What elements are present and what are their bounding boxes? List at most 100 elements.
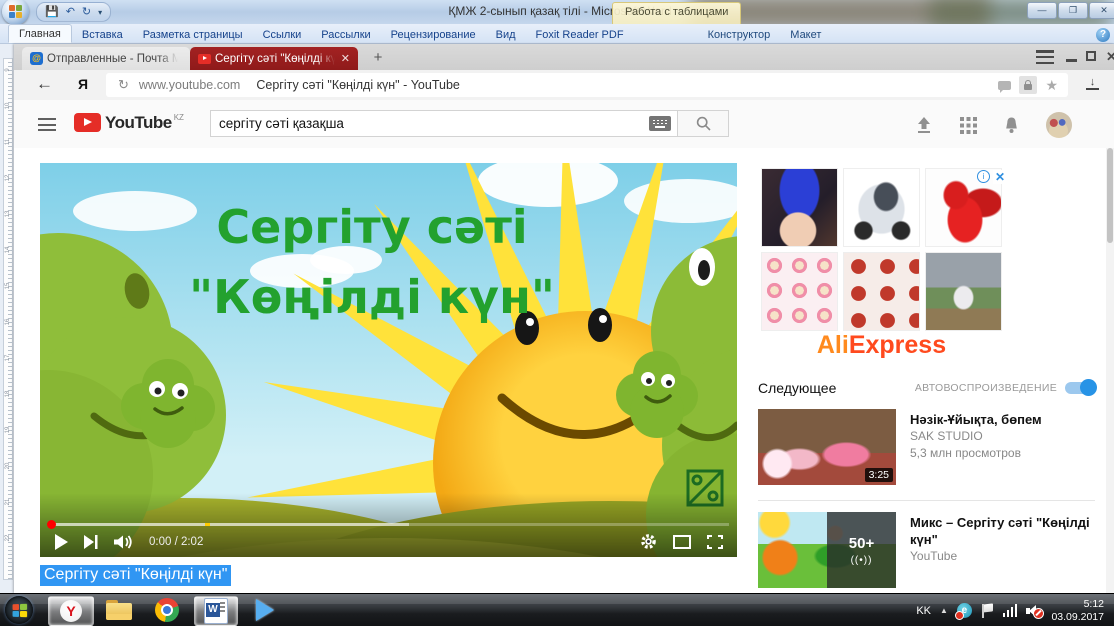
mix-video-channel[interactable]: YouTube	[910, 548, 1098, 565]
lock-wrap[interactable]	[1019, 76, 1037, 94]
undo-icon[interactable]: ↶	[66, 7, 75, 18]
system-tray: KK ▲ e 5:12 03.09.2017	[916, 594, 1108, 626]
ribbon-tab-foxit[interactable]: Foxit Reader PDF	[526, 26, 634, 43]
ruler-number: 13	[5, 210, 11, 218]
ad-banner[interactable]	[761, 168, 1002, 331]
ad-info-icon[interactable]: i	[977, 170, 990, 183]
office-button[interactable]	[2, 0, 29, 25]
mailru-icon: @	[30, 52, 43, 65]
volume-muted-icon[interactable]	[1026, 604, 1042, 618]
notifications-bell-icon[interactable]	[1003, 116, 1020, 134]
ad-image[interactable]	[843, 168, 920, 247]
clock[interactable]: 5:12 03.09.2017	[1051, 598, 1108, 624]
ad-close-icon[interactable]: ✕	[993, 170, 1007, 184]
video-title-selected[interactable]: Сергіту сәті "Көңілді күн"	[40, 565, 231, 586]
search-input[interactable]	[211, 116, 649, 131]
ad-image[interactable]	[843, 252, 920, 331]
account-avatar[interactable]	[1046, 112, 1072, 138]
word-context-group-label: Работа с таблицами	[612, 2, 741, 24]
taskbar: Y KK ▲ e 5:12 03.09.2017	[0, 593, 1114, 626]
redo-icon[interactable]: ↻	[82, 7, 91, 18]
url-field[interactable]: ↻ www.youtube.com Сергіту сәті "Көңілді …	[106, 73, 1068, 97]
taskbar-word-button[interactable]	[194, 596, 238, 626]
hamburger-menu-icon[interactable]	[38, 118, 56, 131]
antivirus-tray-icon[interactable]: e	[957, 603, 972, 618]
ad-image[interactable]	[761, 252, 838, 331]
keyboard-icon[interactable]	[649, 116, 671, 131]
reload-icon[interactable]: ↻	[118, 77, 129, 93]
mix-video-title[interactable]: Микс – Сергіту сәті "Көңілді күн"	[910, 514, 1098, 548]
ribbon-tab-design[interactable]: Конструктор	[698, 26, 781, 43]
comment-bubble-icon[interactable]	[998, 81, 1011, 90]
taskbar-yandex-browser-button[interactable]: Y	[48, 596, 94, 626]
search-box[interactable]	[210, 110, 678, 137]
qat-dropdown-icon[interactable]: ▾	[98, 7, 102, 18]
word-minimize-button[interactable]: —	[1027, 2, 1057, 19]
ad-image[interactable]	[925, 252, 1002, 331]
new-tab-button[interactable]: +	[366, 47, 390, 70]
apps-grid-icon[interactable]	[960, 117, 977, 134]
word-close-button[interactable]: ✕	[1089, 2, 1114, 19]
next-button-icon[interactable]	[84, 535, 98, 549]
ribbon-tab-home[interactable]: Главная	[8, 24, 72, 43]
ruler-number: 12	[5, 174, 11, 182]
scrollbar-thumb[interactable]	[1107, 148, 1113, 243]
autoplay-toggle[interactable]	[1065, 382, 1095, 394]
mix-video-thumbnail[interactable]: 50+ ((•))	[758, 512, 896, 588]
next-video-item[interactable]: 3:25 Нәзік-Ұйықта, бөпем SAK STUDIO 5,3 …	[758, 409, 1098, 485]
ruler-number: 21	[5, 498, 11, 506]
ribbon-tab-review[interactable]: Рецензирование	[381, 26, 486, 43]
aliexpress-logo[interactable]: AliExpress	[761, 331, 1002, 360]
browser-tab-mail[interactable]: @ Отправленные - Почта Mai	[22, 47, 190, 70]
taskbar-media-player-button[interactable]	[246, 596, 284, 624]
next-video-thumbnail[interactable]: 3:25	[758, 409, 896, 485]
url-host: www.youtube.com	[139, 78, 240, 92]
bookmark-star-icon[interactable]: ★	[1045, 77, 1058, 94]
mix-count-badge: 50+	[849, 535, 874, 552]
video-player[interactable]: Сергіту сәті "Көңілді күн"	[40, 163, 737, 557]
download-icon[interactable]: ↓	[1086, 77, 1099, 90]
volume-icon[interactable]	[114, 535, 133, 549]
save-icon[interactable]: 💾	[45, 7, 59, 18]
word-restore-button[interactable]: ❐	[1058, 2, 1088, 19]
browser-maximize-button[interactable]	[1086, 51, 1096, 61]
ribbon-tab-view[interactable]: Вид	[486, 26, 526, 43]
quick-access-toolbar[interactable]: 💾 ↶ ↻ ▾	[36, 2, 111, 22]
youtube-content: Сергіту сәті "Көңілді күн"	[14, 148, 1114, 593]
next-video-channel[interactable]: SAK STUDIO	[910, 428, 1042, 445]
yandex-browser-icon: Y	[60, 600, 82, 622]
word-help-icon[interactable]: ?	[1096, 28, 1110, 42]
youtube-logo[interactable]: YouTube KZ	[74, 113, 184, 132]
ribbon-tab-insert[interactable]: Вставка	[72, 26, 133, 43]
fullscreen-icon[interactable]	[707, 535, 723, 549]
miniplayer-icon[interactable]	[673, 535, 691, 549]
next-video-title[interactable]: Нәзік-Ұйықта, бөпем	[910, 411, 1042, 428]
page-scrollbar[interactable]	[1106, 148, 1114, 593]
autoplay-label: АВТОВОСПРОИЗВЕДЕНИЕ	[915, 382, 1057, 394]
network-signal-icon[interactable]	[1003, 604, 1018, 617]
ad-image[interactable]	[761, 168, 838, 247]
tray-expand-icon[interactable]: ▲	[940, 606, 948, 615]
browser-menu-icon[interactable]	[1036, 50, 1054, 64]
settings-gear-icon[interactable]	[640, 533, 657, 550]
language-indicator[interactable]: KK	[916, 605, 931, 617]
search-button[interactable]	[677, 110, 729, 137]
taskbar-explorer-button[interactable]	[100, 596, 138, 624]
upload-icon[interactable]	[914, 116, 934, 134]
play-button-icon[interactable]	[54, 534, 68, 550]
ribbon-tab-layout[interactable]: Макет	[780, 26, 831, 43]
youtube-region-label: KZ	[174, 113, 184, 122]
taskbar-chrome-button[interactable]	[148, 596, 186, 624]
ribbon-tab-references[interactable]: Ссылки	[253, 26, 312, 43]
browser-tab-youtube-active[interactable]: Сергіту сәті "Көңілді күн" ✕	[190, 47, 358, 70]
browser-minimize-button[interactable]	[1066, 59, 1077, 62]
tab-close-icon[interactable]: ✕	[341, 52, 350, 65]
start-button[interactable]	[5, 596, 33, 624]
ribbon-tab-page-layout[interactable]: Разметка страницы	[133, 26, 253, 43]
browser-close-button[interactable]: ✕	[1106, 49, 1114, 65]
mix-video-item[interactable]: 50+ ((•)) Микс – Сергіту сәті "Көңілді к…	[758, 512, 1098, 588]
back-icon[interactable]: ←	[36, 74, 53, 94]
ribbon-tab-mailings[interactable]: Рассылки	[311, 26, 380, 43]
action-center-flag-icon[interactable]	[981, 604, 994, 618]
yandex-icon[interactable]: Я	[78, 76, 88, 92]
